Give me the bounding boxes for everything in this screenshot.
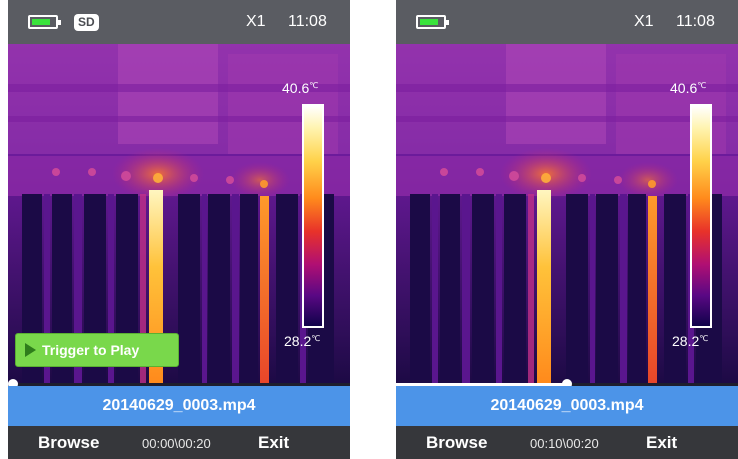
clock-time: 11:08 bbox=[676, 13, 715, 30]
exit-button[interactable]: Exit bbox=[258, 433, 289, 453]
temperature-min-label: 28.2℃ bbox=[672, 333, 709, 349]
camera-screen-playback-progress: X1 11:08 40.6℃ 28.2℃ 20140629_0003.mp4 B… bbox=[396, 0, 738, 459]
status-bar: SD X1 11:08 bbox=[8, 0, 350, 44]
video-filename: 20140629_0003.mp4 bbox=[396, 386, 738, 426]
temperature-max-label: 40.6℃ bbox=[670, 80, 707, 96]
exit-button[interactable]: Exit bbox=[646, 433, 677, 453]
video-filename: 20140629_0003.mp4 bbox=[8, 386, 350, 426]
browse-button[interactable]: Browse bbox=[38, 433, 99, 453]
zoom-level: X1 bbox=[634, 13, 654, 30]
temperature-color-scale bbox=[302, 104, 324, 328]
bottom-bar: Browse 00:00\00:20 Exit bbox=[8, 426, 350, 459]
battery-icon bbox=[28, 15, 61, 29]
camera-screen-playback-start: SD X1 11:08 40.6℃ 28.2℃ Trigger to Play … bbox=[8, 0, 350, 459]
temperature-color-scale bbox=[690, 104, 712, 328]
battery-icon bbox=[416, 15, 449, 29]
bottom-bar: Browse 00:10\00:20 Exit bbox=[396, 426, 738, 459]
status-bar: X1 11:08 bbox=[396, 0, 738, 44]
trigger-to-play-button[interactable]: Trigger to Play bbox=[15, 333, 179, 367]
play-icon bbox=[25, 343, 36, 357]
browse-button[interactable]: Browse bbox=[426, 433, 487, 453]
sd-card-badge: SD bbox=[74, 14, 99, 31]
temperature-max-label: 40.6℃ bbox=[282, 80, 319, 96]
elapsed-time: 00:00\00:20 bbox=[142, 436, 211, 451]
elapsed-time: 00:10\00:20 bbox=[530, 436, 599, 451]
temperature-min-label: 28.2℃ bbox=[284, 333, 321, 349]
zoom-level: X1 bbox=[246, 13, 266, 30]
clock-time: 11:08 bbox=[288, 13, 327, 30]
